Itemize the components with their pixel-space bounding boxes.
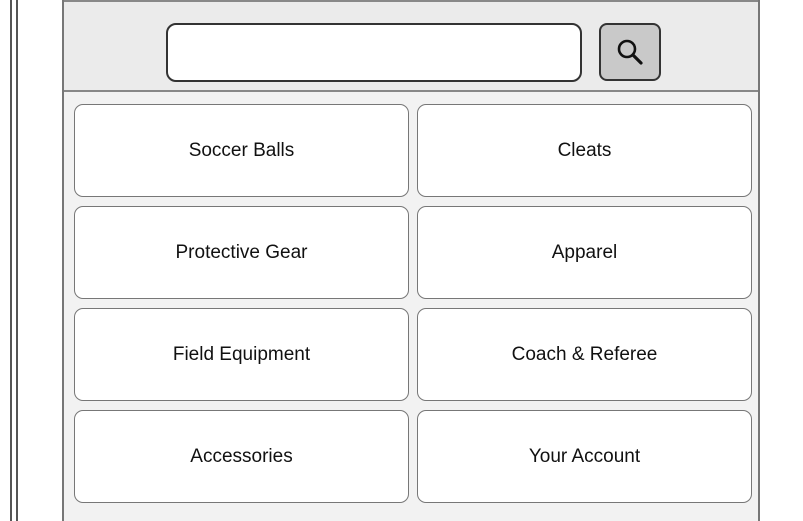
category-coach-referee[interactable]: Coach & Referee [417, 308, 752, 401]
app-screen: Soccer Balls Cleats Protective Gear Appa… [0, 0, 803, 521]
search-button[interactable] [599, 23, 661, 81]
left-rail-line [16, 0, 18, 521]
category-grid: Soccer Balls Cleats Protective Gear Appa… [74, 104, 752, 503]
category-your-account[interactable]: Your Account [417, 410, 752, 503]
category-soccer-balls[interactable]: Soccer Balls [74, 104, 409, 197]
category-protective-gear[interactable]: Protective Gear [74, 206, 409, 299]
category-cleats[interactable]: Cleats [417, 104, 752, 197]
search-input[interactable] [166, 23, 582, 82]
search-bar [64, 0, 758, 92]
left-rail-line [10, 0, 12, 521]
main-panel: Soccer Balls Cleats Protective Gear Appa… [62, 0, 760, 521]
search-icon [615, 37, 645, 67]
category-field-equipment[interactable]: Field Equipment [74, 308, 409, 401]
category-accessories[interactable]: Accessories [74, 410, 409, 503]
category-apparel[interactable]: Apparel [417, 206, 752, 299]
